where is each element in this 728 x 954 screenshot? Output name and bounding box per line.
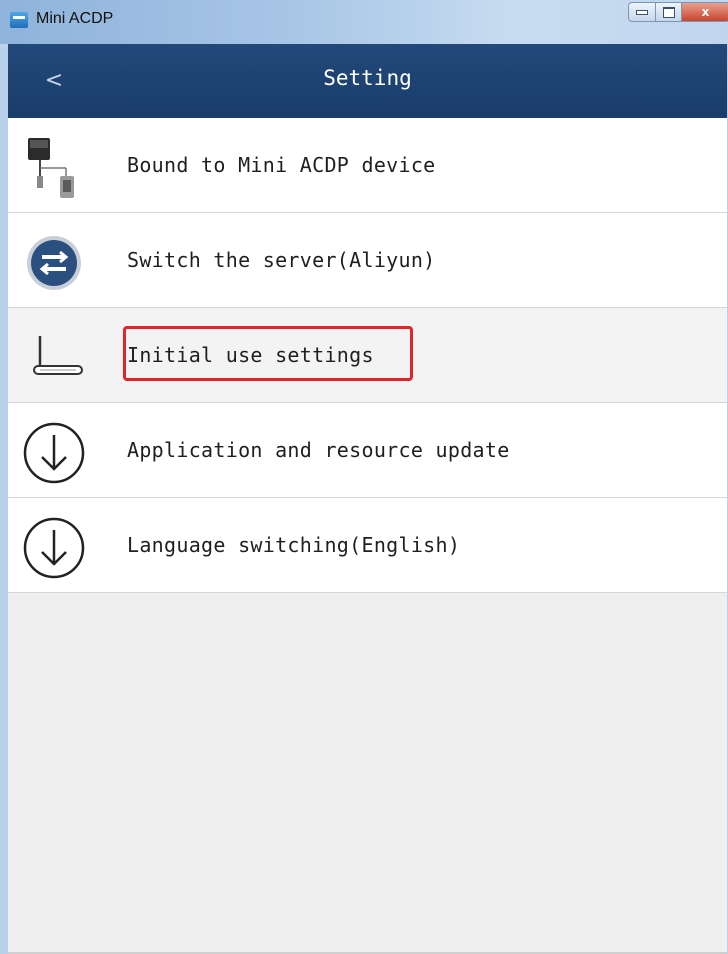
menu-item-switch-server[interactable]: Switch the server(Aliyun): [8, 213, 727, 308]
menu-item-label: Initial use settings: [127, 343, 374, 367]
app-header: < Setting: [8, 44, 727, 118]
menu-item-initial-settings[interactable]: Initial use settings: [8, 308, 727, 403]
device-binding-icon: [28, 138, 74, 198]
menu-item-label: Bound to Mini ACDP device: [127, 153, 436, 177]
menu-item-language[interactable]: Language switching(English): [8, 498, 727, 593]
app-logo-icon: [10, 12, 28, 28]
settings-list: Bound to Mini ACDP device Switch the ser…: [8, 118, 727, 593]
maximize-icon: [662, 6, 675, 18]
menu-item-label: Application and resource update: [127, 438, 510, 462]
download-arrow-icon: [23, 422, 85, 484]
window-controls: x: [628, 2, 728, 24]
download-arrow-icon: [23, 517, 85, 579]
window-titlebar[interactable]: Mini ACDP x: [0, 0, 728, 44]
close-icon: x: [701, 5, 710, 19]
minimize-icon: [636, 9, 648, 15]
app-window: Mini ACDP x < Setting Bound to Mini ACDP…: [0, 0, 728, 954]
menu-item-app-update[interactable]: Application and resource update: [8, 403, 727, 498]
minimize-button[interactable]: [628, 2, 656, 22]
page-title: Setting: [323, 66, 412, 90]
menu-item-bind-device[interactable]: Bound to Mini ACDP device: [8, 118, 727, 213]
window-title: Mini ACDP: [36, 10, 114, 27]
menu-item-label: Language switching(English): [127, 533, 461, 557]
switch-server-icon: [27, 236, 81, 290]
close-button[interactable]: x: [682, 2, 728, 22]
maximize-button[interactable]: [656, 2, 682, 22]
router-icon: [33, 336, 83, 375]
menu-item-label: Switch the server(Aliyun): [127, 248, 436, 272]
